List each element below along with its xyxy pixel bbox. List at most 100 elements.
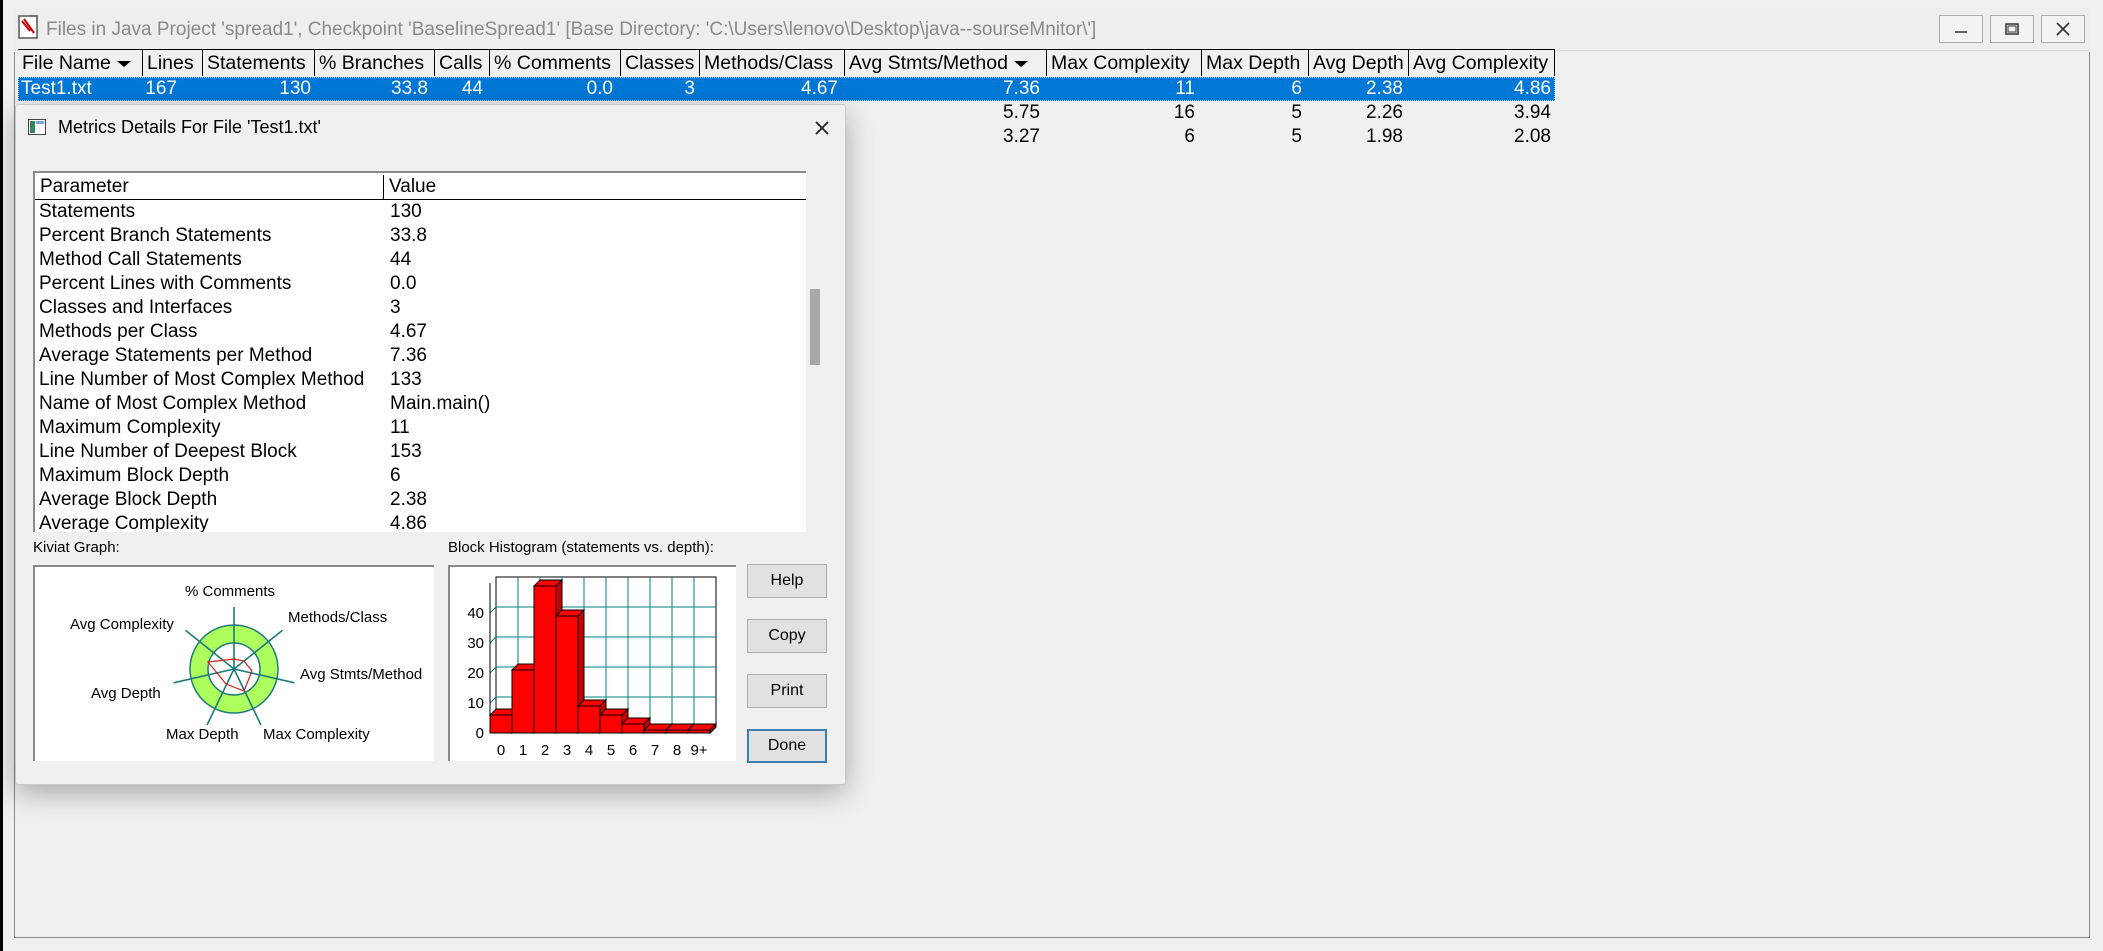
minimize-button[interactable] <box>1939 15 1983 43</box>
column-header-classes[interactable]: Classes <box>621 49 700 76</box>
param-value: 153 <box>390 441 422 462</box>
column-header-max-depth[interactable]: Max Depth <box>1202 49 1309 76</box>
histogram-bar <box>533 585 557 734</box>
param-name: Methods per Class <box>39 321 198 342</box>
close-icon[interactable] <box>809 115 835 141</box>
scrollbar[interactable] <box>806 171 823 532</box>
frame-border <box>14 937 2090 938</box>
param-value: 2.38 <box>390 489 427 510</box>
copy-button[interactable]: Copy <box>747 619 827 653</box>
cell-calls: 44 <box>461 78 483 99</box>
histogram-bar <box>489 714 513 734</box>
cell-max-complexity: 16 <box>1173 102 1195 123</box>
cell-max-complexity: 11 <box>1175 78 1195 99</box>
cell-avg-stmts: 7.36 <box>1003 78 1040 99</box>
sort-arrow-icon <box>1013 60 1028 67</box>
parameters-table: Parameter Value Statements 130 Percent Bra… <box>33 171 823 532</box>
histogram-y-tick-label: 40 <box>467 605 484 622</box>
cell-avg-stmts: 3.27 <box>1003 126 1040 147</box>
histogram-bar <box>621 723 645 734</box>
histogram-x-tick-label: 0 <box>497 742 505 759</box>
sort-arrow-icon <box>116 60 131 67</box>
print-button[interactable]: Print <box>747 674 827 708</box>
param-name: Maximum Complexity <box>39 417 221 438</box>
column-header-lines[interactable]: Lines <box>143 49 203 76</box>
cell-avg-complexity: 4.86 <box>1514 78 1551 99</box>
param-value: Main.main() <box>390 393 491 414</box>
param-name: Average Statements per Method <box>39 345 313 366</box>
kiviat-svg: % Comments Methods/Class Avg Stmts/Metho… <box>70 583 422 743</box>
param-name: Line Number of Deepest Block <box>39 441 297 462</box>
histogram-grid-line <box>489 666 497 674</box>
param-value: 4.67 <box>390 321 427 342</box>
histogram-x-tick-label: 7 <box>651 742 659 759</box>
histogram-bar <box>511 669 535 734</box>
dialog-title: Metrics Details For File 'Test1.txt' <box>58 117 321 137</box>
histogram-bar <box>555 615 579 734</box>
histogram-x-tick-label: 3 <box>563 742 571 759</box>
param-name: Line Number of Most Complex Method <box>39 369 365 390</box>
restore-button[interactable] <box>1990 15 2034 43</box>
param-value: 3 <box>390 297 401 318</box>
cell-max-complexity: 6 <box>1184 126 1195 147</box>
param-value: 130 <box>390 201 422 222</box>
histogram-y-tick-label: 10 <box>467 695 484 712</box>
histogram-y-tick-label: 0 <box>476 725 484 742</box>
column-header-max-complexity[interactable]: Max Complexity <box>1047 49 1202 76</box>
close-button[interactable] <box>2041 15 2085 43</box>
column-header-comments[interactable]: % Comments <box>490 49 621 76</box>
cell-comments: 0.0 <box>586 78 613 99</box>
param-name: Name of Most Complex Method <box>39 393 307 414</box>
kiviat-label-max-depth: Max Depth <box>166 726 239 743</box>
cell-methods-class: 4.67 <box>801 78 838 99</box>
column-header-avg-depth[interactable]: Avg Depth <box>1309 49 1409 76</box>
param-name: Average Complexity <box>39 513 209 532</box>
cell-statements: 130 <box>279 78 311 99</box>
histogram-x-tick-label: 5 <box>607 742 615 759</box>
param-value: 33.8 <box>390 225 427 246</box>
help-button[interactable]: Help <box>747 564 827 598</box>
param-name: Method Call Statements <box>39 249 242 270</box>
kiviat-label-avg-depth: Avg Depth <box>91 685 161 702</box>
histogram-x-tick-label: 8 <box>673 742 681 759</box>
app-icon <box>18 15 38 39</box>
histogram-y-tick-label: 30 <box>467 635 484 652</box>
param-value: 44 <box>390 249 412 270</box>
done-button[interactable]: Done <box>747 729 827 763</box>
param-name: Percent Branch Statements <box>39 225 272 246</box>
kiviat-label-methods-class: Methods/Class <box>288 609 387 626</box>
column-header-avg-stmts[interactable]: Avg Stmts/Method <box>845 49 1047 76</box>
param-name: Maximum Block Depth <box>39 465 230 486</box>
scrollbar-thumb[interactable] <box>810 289 820 365</box>
param-value: 11 <box>390 417 410 438</box>
histogram-x-tick-label: 6 <box>629 742 637 759</box>
column-header-methods-class[interactable]: Methods/Class <box>700 49 845 76</box>
column-header-branches[interactable]: % Branches <box>315 49 435 76</box>
column-header-file-name[interactable]: File Name <box>18 49 143 76</box>
param-name: Average Block Depth <box>39 489 218 510</box>
histogram-bar <box>599 714 623 734</box>
cell-avg-complexity: 3.94 <box>1514 102 1551 123</box>
kiviat-label-max-complexity: Max Complexity <box>263 726 370 743</box>
histogram-y-tick-label: 20 <box>467 665 484 682</box>
cell-classes: 3 <box>684 78 695 99</box>
value-column-header[interactable]: Value <box>384 175 807 200</box>
param-value: 0.0 <box>390 273 417 294</box>
column-header-calls[interactable]: Calls <box>435 49 490 76</box>
histogram-x-tick-label: 1 <box>519 742 527 759</box>
window-edge <box>0 0 3 951</box>
histogram-x-tick-label: 9+ <box>690 742 707 759</box>
param-value: 4.86 <box>390 513 427 532</box>
cell-max-depth: 5 <box>1291 126 1302 147</box>
parameter-column-header[interactable]: Parameter <box>35 175 384 200</box>
param-name: Classes and Interfaces <box>39 297 233 318</box>
param-name: Percent Lines with Comments <box>39 273 292 294</box>
column-header-statements[interactable]: Statements <box>203 49 315 76</box>
histogram-grid-line <box>489 606 497 614</box>
column-header-label: Avg Stmts/Method <box>849 52 1008 74</box>
frame-border <box>2089 52 2090 938</box>
histogram-x-tick-label: 4 <box>585 742 593 759</box>
kiviat-label-avg-stmts: Avg Stmts/Method <box>300 666 422 683</box>
column-header-avg-complexity[interactable]: Avg Complexity <box>1409 49 1555 76</box>
cell-lines: 167 <box>145 78 177 99</box>
